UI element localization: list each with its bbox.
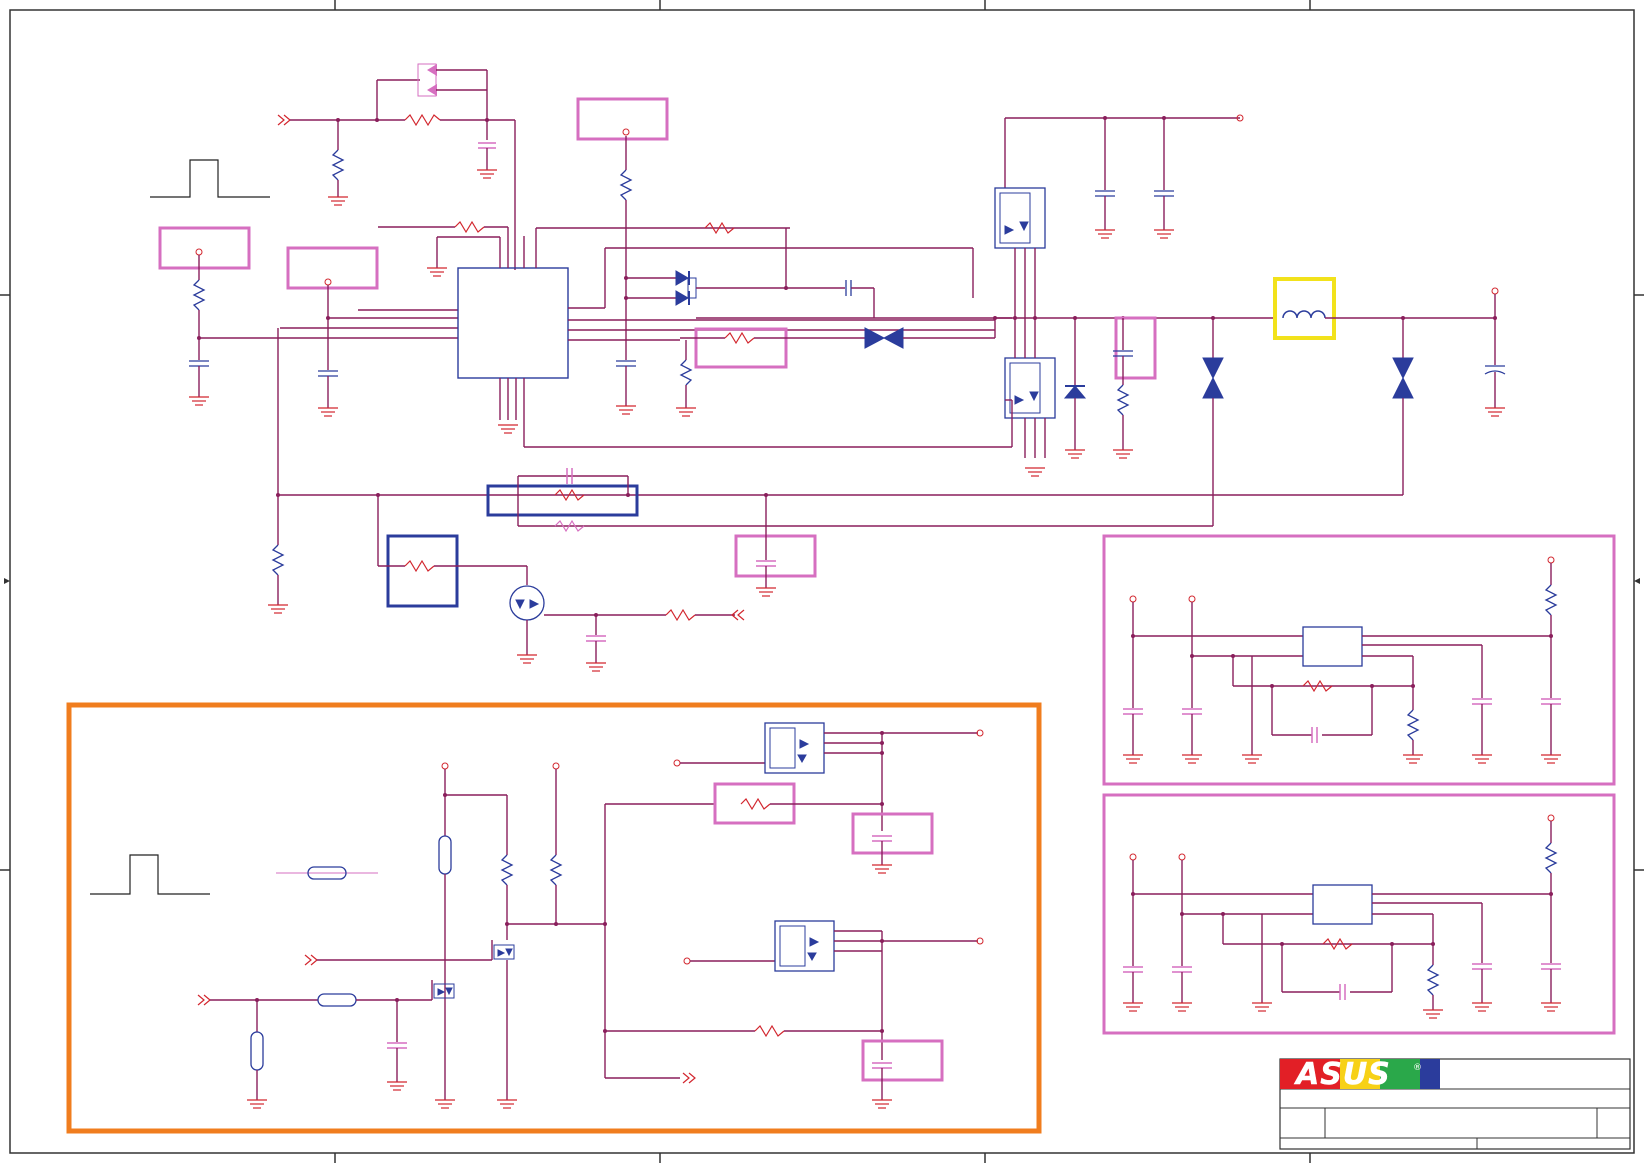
diode-icon	[427, 84, 437, 96]
registered-mark: ®	[1413, 1063, 1422, 1073]
diode-icon	[675, 290, 689, 306]
sheet-border	[0, 0, 1644, 1163]
blue-box-feedback	[486, 484, 639, 517]
high-side-mosfet	[994, 187, 1046, 249]
controller-ic	[457, 267, 569, 379]
ldo-regulator-2	[1102, 793, 1616, 1035]
pink-box-snubber	[1114, 316, 1157, 380]
ldo-regulator-1	[1102, 534, 1616, 786]
logo-text: ASUS	[1294, 1057, 1391, 1092]
blue-box-resistor	[386, 534, 459, 608]
gate-drive-subcircuit	[66, 702, 1042, 1134]
schematic-sheet: ASUS ®	[0, 0, 1644, 1163]
pink-box-5	[734, 534, 817, 578]
schottky-diode-icon	[1063, 385, 1087, 399]
diode-icon	[427, 64, 437, 76]
asus-logo: ASUS ®	[1280, 1057, 1440, 1092]
inductor-icon	[1282, 310, 1326, 319]
pink-box-1	[158, 226, 251, 270]
resistor	[404, 113, 441, 127]
pink-box-cap-1	[851, 812, 934, 855]
tvs-diode-icon	[1202, 357, 1224, 380]
ldo-ic-1	[1302, 626, 1363, 667]
tvs-diode-icon	[1392, 357, 1414, 380]
pink-box-2	[286, 246, 379, 290]
tvs-diode-icon	[864, 327, 886, 349]
pink-box-ldo-1	[1102, 534, 1616, 786]
inductor-highlight	[1273, 277, 1336, 340]
pink-box-cap-2	[861, 1039, 944, 1082]
main-buck-converter	[150, 63, 1506, 672]
title-block: ASUS ®	[1279, 1057, 1631, 1150]
diode-icon	[675, 270, 689, 286]
ldo-ic-2	[1312, 884, 1373, 925]
small-mosfet-icon	[509, 585, 545, 621]
pulse-waveform	[150, 159, 270, 198]
orange-box	[66, 702, 1042, 1134]
pulse-waveform-2	[90, 854, 210, 895]
pink-box-3	[576, 97, 669, 141]
